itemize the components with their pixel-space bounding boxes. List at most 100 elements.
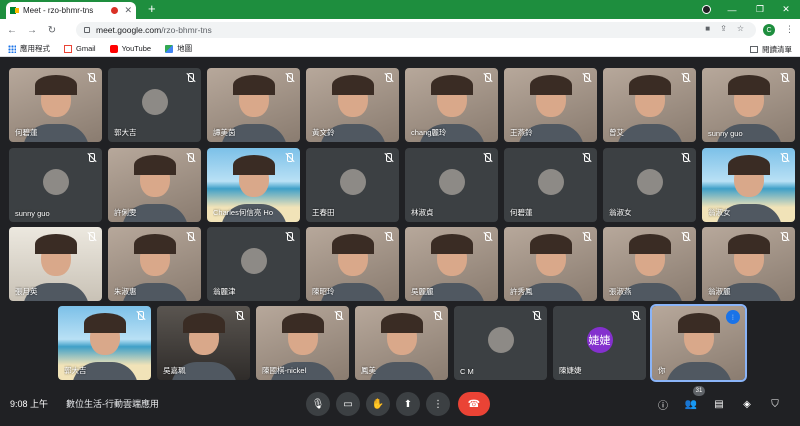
bookmark-apps[interactable]: 應用程式 — [8, 43, 50, 54]
participant-tile[interactable]: 婕婕 陳婕婕 — [553, 306, 646, 380]
camera-in-use-icon[interactable]: ■ — [705, 24, 710, 33]
participant-name: 何碧蓮 — [15, 128, 38, 137]
participant-tile[interactable]: 翁淑女 — [603, 148, 696, 222]
browser-menu-icon[interactable]: ⋮ — [785, 24, 794, 35]
participant-video-face — [232, 75, 275, 118]
microphone-icon: 🎙 — [311, 398, 325, 410]
tab-strip: Meet - rzo-bhmr-tns ✕ + — ❐ ✕ — [0, 0, 800, 19]
mic-muted-icon — [135, 311, 145, 321]
participant-name: 林淑貞 — [411, 208, 434, 217]
bookmark-youtube[interactable]: YouTube — [109, 44, 151, 53]
participant-tile[interactable]: 翁淑女 — [702, 148, 795, 222]
bookmark-gmail[interactable]: Gmail — [64, 44, 96, 53]
participant-tile[interactable]: 陳昭玲 — [306, 227, 399, 301]
gmail-icon — [64, 44, 72, 53]
participant-count-badge: 31 — [693, 386, 705, 396]
participant-avatar — [487, 327, 514, 354]
participant-name: 郭大吉 — [114, 128, 137, 137]
mic-muted-icon — [333, 311, 343, 321]
present-screen-icon: ⬆ — [403, 398, 413, 410]
participant-tile[interactable]: 何碧蓮 — [504, 148, 597, 222]
browser-tab-meet[interactable]: Meet - rzo-bhmr-tns ✕ — [6, 2, 136, 19]
participant-tile[interactable]: 王燕鈴 — [504, 68, 597, 142]
chat-button[interactable]: ▤ — [711, 396, 727, 412]
mic-muted-icon — [284, 232, 294, 242]
share-icon[interactable]: ⇪ — [720, 24, 727, 33]
tab-close-icon[interactable]: ✕ — [124, 5, 132, 16]
profile-dot-icon[interactable] — [702, 5, 711, 14]
participant-video-body — [368, 362, 435, 380]
raise-hand-icon: ✋ — [371, 398, 385, 410]
raise-hand-button[interactable]: ✋ — [366, 392, 390, 416]
more-options-button[interactable]: ⋮ — [426, 392, 450, 416]
youtube-icon — [109, 44, 118, 53]
maximize-button[interactable]: ❐ — [746, 0, 774, 19]
participant-tile[interactable]: 翁麗津 — [207, 227, 300, 301]
speaking-indicator-icon[interactable]: ⋮ — [726, 310, 740, 324]
participant-tile[interactable]: sunny guo — [702, 68, 795, 142]
reading-list[interactable]: 閱讀清單 — [750, 44, 792, 55]
minimize-button[interactable]: — — [718, 0, 746, 19]
present-screen-button[interactable]: ⬆ — [396, 392, 420, 416]
participant-name: 朱淑惠 — [114, 287, 137, 296]
participant-tile[interactable]: 張淑燕 — [603, 227, 696, 301]
participant-tile[interactable]: Charles何信亮 Ho — [207, 148, 300, 222]
participant-video-face — [529, 234, 572, 277]
end-call-button[interactable]: ☎ — [458, 392, 490, 416]
mic-muted-icon — [284, 153, 294, 163]
meeting-info-button[interactable]: ⓘ — [655, 396, 671, 412]
bookmark-maps[interactable]: 地圖 — [165, 43, 192, 54]
people-icon: 👥 — [684, 398, 698, 410]
microphone-button[interactable]: 🎙 — [306, 392, 330, 416]
participant-tile[interactable]: 黃文鈴 — [306, 68, 399, 142]
close-window-button[interactable]: ✕ — [772, 0, 800, 19]
participant-tile[interactable]: 吳嘉珮 — [157, 306, 250, 380]
participant-name: chang麗玲 — [411, 128, 447, 137]
new-tab-button[interactable]: + — [148, 1, 156, 17]
participant-tile[interactable]: 吳麗麗 — [405, 227, 498, 301]
participant-tile[interactable]: 何碧蓮 — [9, 68, 102, 142]
meeting-clock: 9:08 上午 — [10, 399, 49, 409]
participant-tile[interactable]: 陳國棋-nickel — [256, 306, 349, 380]
participant-tile[interactable]: sunny guo — [9, 148, 102, 222]
self-video-tile[interactable]: ⋮ 你 — [650, 304, 747, 382]
participant-tile[interactable]: 許秀鳳 — [504, 227, 597, 301]
participant-video-face — [133, 234, 176, 277]
participant-tile[interactable]: 張月英 — [9, 227, 102, 301]
reload-icon[interactable]: ↻ — [44, 25, 60, 36]
address-bar[interactable]: meet.google.com/rzo-bhmr-tns ■ ⇪ ☆ — [76, 22, 756, 38]
participant-video-face — [727, 155, 770, 198]
tab-title: Meet - rzo-bhmr-tns — [23, 6, 94, 15]
mic-muted-icon — [680, 153, 690, 163]
participant-tile[interactable]: 朱淑惠 — [108, 227, 201, 301]
participant-name: C M — [460, 367, 474, 376]
participant-video-face — [380, 313, 423, 356]
participant-name: sunny guo — [708, 129, 743, 138]
participant-name: 翁淑麗 — [708, 287, 731, 296]
participant-tile[interactable]: 許俐雯 — [108, 148, 201, 222]
participant-tile[interactable]: 郭大吉 — [108, 68, 201, 142]
forward-arrow-icon[interactable]: → — [24, 25, 40, 36]
participant-tile[interactable]: 王春田 — [306, 148, 399, 222]
participant-tile[interactable]: chang麗玲 — [405, 68, 498, 142]
participant-video-face — [677, 313, 720, 356]
people-button[interactable]: 👥 — [683, 396, 699, 412]
camera-button[interactable]: ▭ — [336, 392, 360, 416]
participant-tile[interactable]: 鳳美 — [355, 306, 448, 380]
participant-avatar — [438, 169, 465, 196]
participant-tile[interactable]: 譚美茵 — [207, 68, 300, 142]
mic-muted-icon — [581, 232, 591, 242]
host-controls-button[interactable]: ⛉ — [767, 396, 783, 412]
mic-muted-icon — [383, 232, 393, 242]
participant-tile[interactable]: 翁淑麗 — [702, 227, 795, 301]
bookmark-star-icon[interactable]: ☆ — [737, 24, 744, 33]
activities-button[interactable]: ◈ — [739, 396, 755, 412]
mic-muted-icon — [680, 232, 690, 242]
profile-avatar[interactable]: C — [763, 24, 775, 36]
participant-tile[interactable]: 郭大吉 — [58, 306, 151, 380]
participant-tile[interactable]: 曾艾 — [603, 68, 696, 142]
mic-muted-icon — [383, 153, 393, 163]
participant-tile[interactable]: 林淑貞 — [405, 148, 498, 222]
back-arrow-icon[interactable]: ← — [4, 25, 20, 36]
participant-tile[interactable]: C M — [454, 306, 547, 380]
